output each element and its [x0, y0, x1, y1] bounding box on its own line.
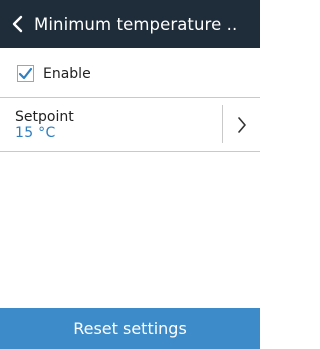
chevron-right-icon [237, 116, 246, 133]
enable-checkbox[interactable] [17, 65, 34, 82]
setpoint-open-button[interactable] [223, 98, 260, 151]
setpoint-value: 15 °C [15, 125, 56, 141]
page-title: Minimum temperature .. [34, 14, 238, 34]
chevron-left-icon [12, 15, 23, 33]
check-icon [18, 67, 33, 79]
enable-row[interactable]: Enable [0, 50, 260, 98]
setpoint-text[interactable]: Setpoint 15 °C [0, 98, 222, 151]
back-button[interactable] [2, 0, 34, 48]
setpoint-label: Setpoint [15, 109, 74, 125]
reset-settings-button[interactable]: Reset settings [0, 308, 260, 349]
enable-label: Enable [43, 65, 91, 82]
header-bar: Minimum temperature .. [0, 0, 260, 48]
setpoint-row[interactable]: Setpoint 15 °C [0, 98, 260, 152]
